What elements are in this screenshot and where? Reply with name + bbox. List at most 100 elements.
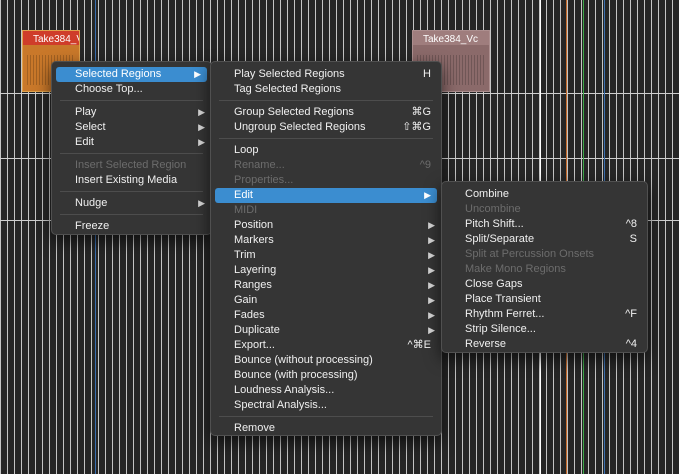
menu-item-split-separate[interactable]: Split/Separate S (442, 232, 647, 247)
menu-item-edit[interactable]: Edit ▶ (52, 135, 211, 150)
menu-item-label: Remove (234, 422, 275, 434)
menu-item-label: Selected Regions (75, 68, 162, 80)
menu-item-label: Layering (234, 264, 277, 276)
menu-separator (219, 416, 433, 417)
submenu-arrow-icon: ▶ (428, 250, 435, 260)
submenu-arrow-icon: ▶ (428, 265, 435, 275)
menu-item-gain[interactable]: Gain ▶ (211, 293, 441, 308)
menu-item-label: Insert Existing Media (75, 174, 178, 186)
menu-item-label: Edit (234, 189, 253, 201)
shortcut-label: ^9 (419, 159, 431, 171)
submenu-arrow-icon: ▶ (198, 107, 205, 117)
menu-item-label: Split at Percussion Onsets (465, 248, 595, 260)
menu-item-remove[interactable]: Remove (211, 421, 441, 436)
menu-item-label: MIDI (234, 204, 258, 216)
menu-item-rename: Rename... ^9 (211, 158, 441, 173)
menu-item-spectral-analysis[interactable]: Spectral Analysis... (211, 398, 441, 413)
menu-item-close-gaps[interactable]: Close Gaps (442, 277, 647, 292)
submenu-arrow-icon: ▶ (194, 69, 201, 79)
menu-item-insert-existing-media[interactable]: Insert Existing Media (52, 173, 211, 188)
menu-item-combine[interactable]: Combine (442, 187, 647, 202)
region-name: Take384_Vc (423, 34, 479, 45)
menu-item-edit[interactable]: Edit ▶ (215, 188, 437, 203)
menu-separator (219, 100, 433, 101)
menu-item-label: Export... (234, 339, 275, 351)
shortcut-label: ^4 (625, 338, 637, 350)
menu-item-play-selected-regions[interactable]: Play Selected Regions H (211, 67, 441, 82)
menu-item-label: Properties... (234, 174, 294, 186)
menu-item-label: Freeze (75, 220, 110, 232)
menu-item-trim[interactable]: Trim ▶ (211, 248, 441, 263)
submenu-arrow-icon: ▶ (198, 198, 205, 208)
menu-item-label: Reverse (465, 338, 506, 350)
menu-item-label: Make Mono Regions (465, 263, 566, 275)
menu-item-loop[interactable]: Loop (211, 143, 441, 158)
shortcut-label: ⇧⌘G (402, 121, 431, 133)
menu-item-label: Pitch Shift... (465, 218, 524, 230)
menu-item-label: Combine (465, 188, 510, 200)
menu-item-label: Close Gaps (465, 278, 523, 290)
menu-item-label: Place Transient (465, 293, 541, 305)
menu-item-bounce-with-processing[interactable]: Bounce (with processing) (211, 368, 441, 383)
selected-regions-submenu: Play Selected Regions H Tag Selected Reg… (210, 61, 442, 436)
menu-item-fades[interactable]: Fades ▶ (211, 308, 441, 323)
menu-item-label: Bounce (without processing) (234, 354, 373, 366)
menu-item-label: Select (75, 121, 106, 133)
menu-item-ungroup-selected-regions[interactable]: Ungroup Selected Regions ⇧⌘G (211, 120, 441, 135)
menu-item-pitch-shift[interactable]: Pitch Shift... ^8 (442, 217, 647, 232)
menu-item-markers[interactable]: Markers ▶ (211, 233, 441, 248)
menu-item-place-transient[interactable]: Place Transient (442, 292, 647, 307)
menu-item-label: Gain (234, 294, 258, 306)
menu-item-select[interactable]: Select ▶ (52, 120, 211, 135)
menu-item-label: Uncombine (465, 203, 521, 215)
edit-submenu: Combine Uncombine Pitch Shift... ^8 Spli… (441, 181, 648, 353)
submenu-arrow-icon: ▶ (198, 137, 205, 147)
menu-item-label: Play Selected Regions (234, 68, 345, 80)
shortcut-label: H (423, 68, 431, 80)
menu-item-label: Bounce (with processing) (234, 369, 358, 381)
menu-item-loudness-analysis[interactable]: Loudness Analysis... (211, 383, 441, 398)
context-menu: Selected Regions ▶ Choose Top... Play ▶ … (51, 61, 212, 235)
menu-item-play[interactable]: Play ▶ (52, 105, 211, 120)
menu-item-choose-top[interactable]: Choose Top... (52, 82, 211, 97)
menu-item-label: Rename... (234, 159, 285, 171)
menu-item-nudge[interactable]: Nudge ▶ (52, 196, 211, 211)
submenu-arrow-icon: ▶ (428, 325, 435, 335)
menu-item-freeze[interactable]: Freeze (52, 219, 211, 234)
menu-item-label: Split/Separate (465, 233, 535, 245)
menu-item-strip-silence[interactable]: Strip Silence... (442, 322, 647, 337)
menu-item-reverse[interactable]: Reverse ^4 (442, 337, 647, 352)
menu-item-label: Fades (234, 309, 265, 321)
menu-separator (60, 214, 203, 215)
menu-item-bounce-without-processing[interactable]: Bounce (without processing) (211, 353, 441, 368)
menu-separator (60, 100, 203, 101)
shortcut-label: ⌘G (411, 106, 431, 118)
menu-item-label: Tag Selected Regions (234, 83, 342, 95)
menu-item-label: Edit (75, 136, 94, 148)
menu-item-selected-regions[interactable]: Selected Regions ▶ (56, 67, 207, 82)
menu-item-export[interactable]: Export... ^⌘E (211, 338, 441, 353)
menu-item-tag-selected-regions[interactable]: Tag Selected Regions (211, 82, 441, 97)
menu-item-duplicate[interactable]: Duplicate ▶ (211, 323, 441, 338)
menu-item-layering[interactable]: Layering ▶ (211, 263, 441, 278)
menu-item-properties: Properties... (211, 173, 441, 188)
menu-item-label: Spectral Analysis... (234, 399, 327, 411)
menu-item-ranges[interactable]: Ranges ▶ (211, 278, 441, 293)
menu-item-label: Ranges (234, 279, 272, 291)
menu-item-make-mono-regions: Make Mono Regions (442, 262, 647, 277)
menu-item-rhythm-ferret[interactable]: Rhythm Ferret... ^F (442, 307, 647, 322)
menu-item-split-percussion-onsets: Split at Percussion Onsets (442, 247, 647, 262)
submenu-arrow-icon: ▶ (428, 310, 435, 320)
submenu-arrow-icon: ▶ (428, 280, 435, 290)
menu-item-group-selected-regions[interactable]: Group Selected Regions ⌘G (211, 105, 441, 120)
menu-item-label: Ungroup Selected Regions (234, 121, 366, 133)
menu-item-label: Trim (234, 249, 256, 261)
submenu-arrow-icon: ▶ (428, 295, 435, 305)
menu-item-label: Rhythm Ferret... (465, 308, 545, 320)
submenu-arrow-icon: ▶ (198, 122, 205, 132)
menu-separator (60, 153, 203, 154)
menu-item-position[interactable]: Position ▶ (211, 218, 441, 233)
menu-item-label: Play (75, 106, 97, 118)
menu-item-label: Strip Silence... (465, 323, 536, 335)
shortcut-label: S (629, 233, 637, 245)
